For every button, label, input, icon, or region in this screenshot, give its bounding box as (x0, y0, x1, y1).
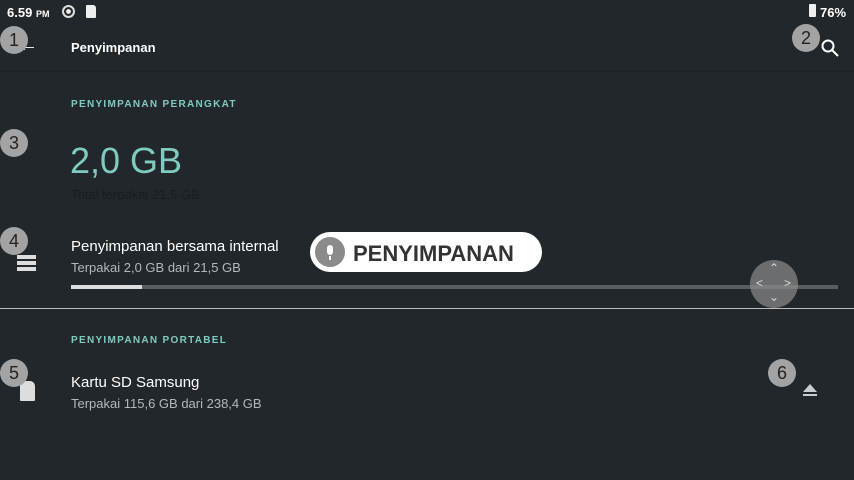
chevron-left-icon[interactable]: < (756, 276, 763, 290)
divider (0, 308, 854, 309)
chevron-down-icon[interactable]: ⌄ (769, 290, 779, 304)
storage-icon (17, 255, 36, 271)
status-bar: 6.59 PM 76% (0, 0, 854, 24)
usage-progress-bar (71, 285, 838, 289)
app-bar: ← Penyimpanan (0, 24, 854, 72)
label-badge: 5 (0, 359, 28, 387)
item-title: Kartu SD Samsung (71, 374, 200, 391)
item-summary: Terpakai 2,0 GB dari 21,5 GB (71, 260, 241, 275)
section-device-storage: PENYIMPANAN PERANGKAT (71, 99, 237, 110)
item-title: Penyimpanan bersama internal (71, 238, 279, 255)
label-badge: 1 (0, 26, 28, 54)
sync-icon (62, 5, 75, 18)
chevron-right-icon[interactable]: > (784, 276, 791, 290)
label-badge: 6 (768, 359, 796, 387)
battery-icon (809, 4, 816, 17)
page-title: Penyimpanan (71, 40, 156, 55)
total-used: Total terpakai 21,5 GB (71, 187, 200, 202)
item-summary: Terpakai 115,6 GB dari 238,4 GB (71, 396, 262, 411)
label-badge: 3 (0, 129, 28, 157)
search-icon[interactable] (820, 38, 840, 58)
battery-level: 76% (820, 5, 847, 20)
label-badge: 2 (792, 24, 820, 52)
usage-progress-fill (71, 285, 143, 289)
voice-label: PENYIMPANAN (353, 241, 514, 266)
voice-label-chip: PENYIMPANAN (310, 232, 542, 272)
time: 6.59 (7, 5, 33, 20)
ampm: PM (35, 9, 50, 19)
clock: 6.59 PM (7, 5, 49, 20)
sd-card-item[interactable]: Kartu SD Samsung Terpakai 115,6 GB dari … (0, 365, 854, 420)
eject-icon[interactable] (802, 384, 818, 398)
sd-card-icon (86, 5, 96, 18)
used-amount: 2,0 GB (70, 140, 183, 181)
chevron-up-icon[interactable]: ⌃ (769, 261, 779, 275)
dpad-scroll-control[interactable]: ⌃ ⌄ < > (750, 260, 798, 308)
microphone-icon (315, 237, 345, 267)
label-badge: 4 (0, 227, 28, 255)
section-portable-storage: PENYIMPANAN PORTABEL (71, 335, 228, 346)
